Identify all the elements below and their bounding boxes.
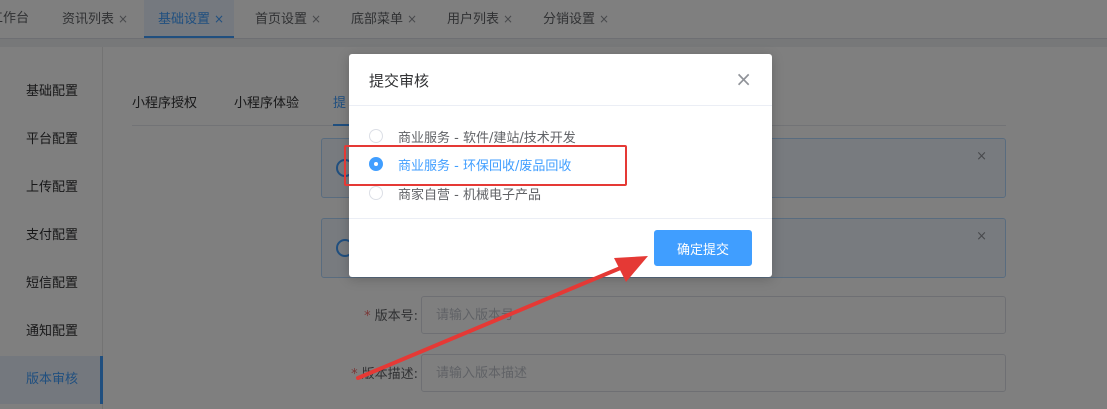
dialog-title: 提交审核 [369,72,430,90]
radio-icon[interactable] [369,129,383,143]
divider [349,105,772,106]
option-label: 商业服务 - 软件/建站/技术开发 [398,130,576,146]
divider [349,218,772,219]
close-icon[interactable]: × [735,68,752,90]
confirm-submit-button[interactable]: 确定提交 [654,230,752,266]
radio-icon[interactable] [369,186,383,200]
category-option[interactable]: 商业服务 - 软件/建站/技术开发 [369,126,576,146]
option-label: 商家自营 - 机械电子产品 [398,187,541,203]
annotation-highlight-box [344,145,627,186]
category-option[interactable]: 商家自营 - 机械电子产品 [369,183,541,203]
